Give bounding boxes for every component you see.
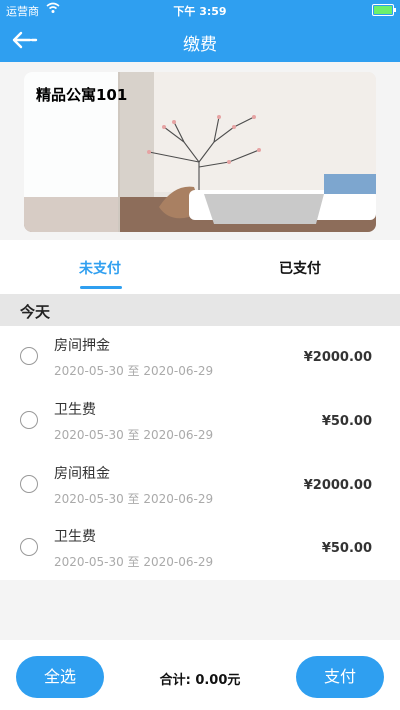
battery-icon — [372, 4, 396, 16]
item-amount: ¥2000.00 — [303, 478, 372, 493]
bill-list: 房间押金 2020-05-30 至 2020-06-29 ¥2000.00 卫生… — [0, 326, 400, 580]
radio-unchecked-icon[interactable] — [20, 475, 38, 493]
status-bar: 运营商 下午 3:59 — [0, 0, 400, 20]
list-item[interactable]: 房间押金 2020-05-30 至 2020-06-29 ¥2000.00 — [0, 326, 400, 389]
tab-paid[interactable]: 已支付 — [250, 258, 350, 278]
list-item[interactable]: 卫生费 2020-05-30 至 2020-06-29 ¥50.00 — [0, 390, 400, 453]
item-name: 房间押金 — [54, 338, 110, 354]
item-date-range: 2020-05-30 至 2020-06-29 — [54, 492, 214, 506]
item-amount: ¥2000.00 — [303, 350, 372, 365]
active-tab-indicator — [80, 286, 122, 289]
property-name: 精品公寓101 — [36, 86, 128, 104]
pay-button[interactable]: 支付 — [296, 656, 384, 698]
item-name: 卫生费 — [54, 402, 96, 418]
item-name: 房间租金 — [54, 466, 110, 482]
item-amount: ¥50.00 — [321, 541, 372, 556]
property-banner[interactable]: 精品公寓101 — [24, 72, 376, 232]
nav-bar: 缴费 — [0, 20, 400, 62]
radio-unchecked-icon[interactable] — [20, 538, 38, 556]
item-date-range: 2020-05-30 至 2020-06-29 — [54, 364, 214, 378]
header: 运营商 下午 3:59 缴费 — [0, 0, 400, 62]
item-name: 卫生费 — [54, 529, 96, 545]
section-label: 今天 — [20, 303, 51, 321]
section-header: 今天 — [0, 294, 400, 326]
item-date-range: 2020-05-30 至 2020-06-29 — [54, 555, 214, 569]
page-title: 缴费 — [183, 35, 217, 55]
item-amount: ¥50.00 — [321, 414, 372, 429]
payment-tabs: 未支付 已支付 — [0, 240, 400, 294]
status-time: 下午 3:59 — [173, 5, 227, 18]
list-item[interactable]: 卫生费 2020-05-30 至 2020-06-29 ¥50.00 — [0, 517, 400, 580]
radio-unchecked-icon[interactable] — [20, 347, 38, 365]
list-item[interactable]: 房间租金 2020-05-30 至 2020-06-29 ¥2000.00 — [0, 454, 400, 517]
footer-bar: 全选 合计: 0.00元 支付 — [0, 640, 400, 710]
tab-unpaid[interactable]: 未支付 — [50, 258, 150, 278]
item-date-range: 2020-05-30 至 2020-06-29 — [54, 428, 214, 442]
radio-unchecked-icon[interactable] — [20, 411, 38, 429]
